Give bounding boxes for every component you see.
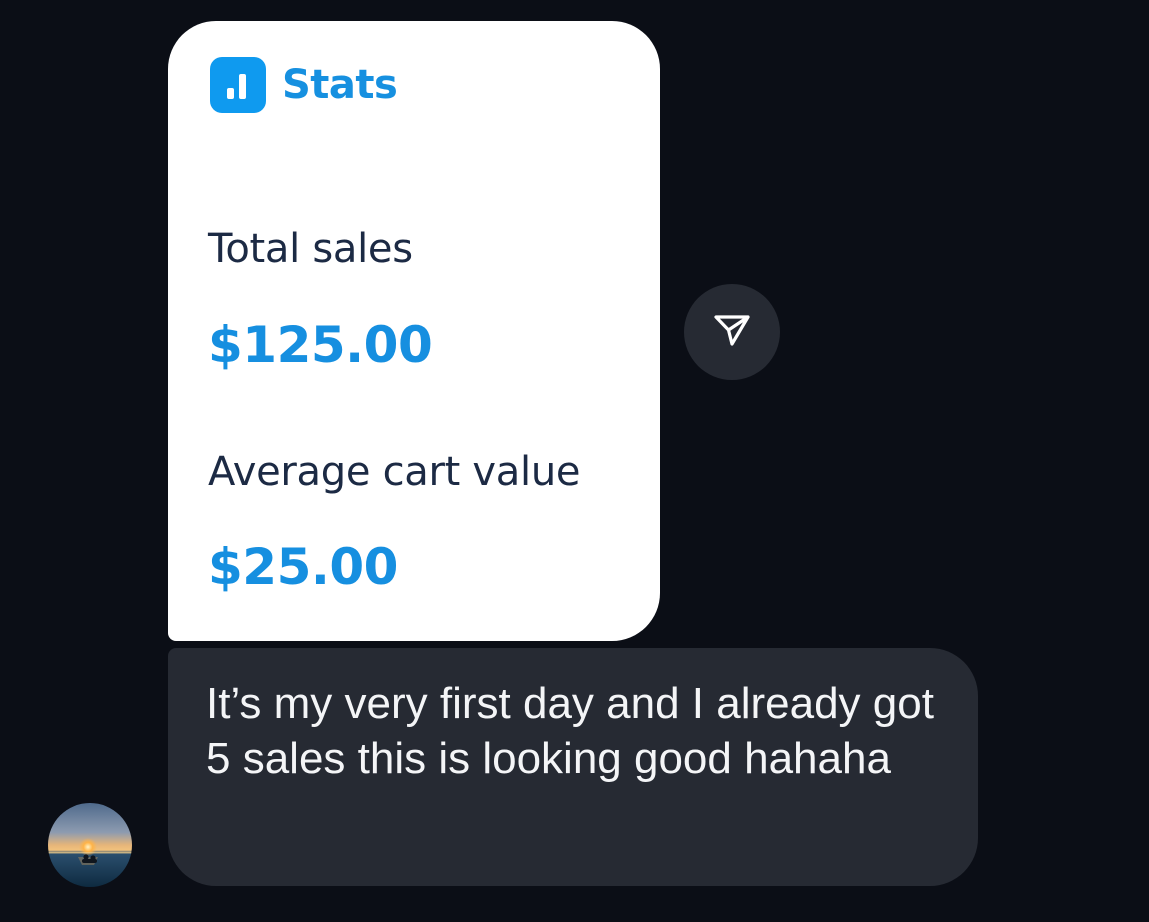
bar-chart-icon [210,57,266,113]
message-bubble[interactable]: It’s my very first day and I already got… [168,648,978,886]
total-sales-value: $125.00 [208,316,433,374]
send-icon [712,310,752,355]
stats-header: Stats [210,57,398,113]
sunset-avatar [48,803,132,887]
average-cart-value-label: Average cart value [208,449,581,495]
sender-avatar[interactable] [48,803,132,887]
total-sales-label: Total sales [208,226,413,272]
average-cart-value-value: $25.00 [208,538,398,596]
share-button[interactable] [684,284,780,380]
stats-title: Stats [282,62,398,108]
message-text: It’s my very first day and I already got… [206,679,934,783]
shared-stats-image[interactable]: Stats Total sales $125.00 Average cart v… [168,21,660,641]
